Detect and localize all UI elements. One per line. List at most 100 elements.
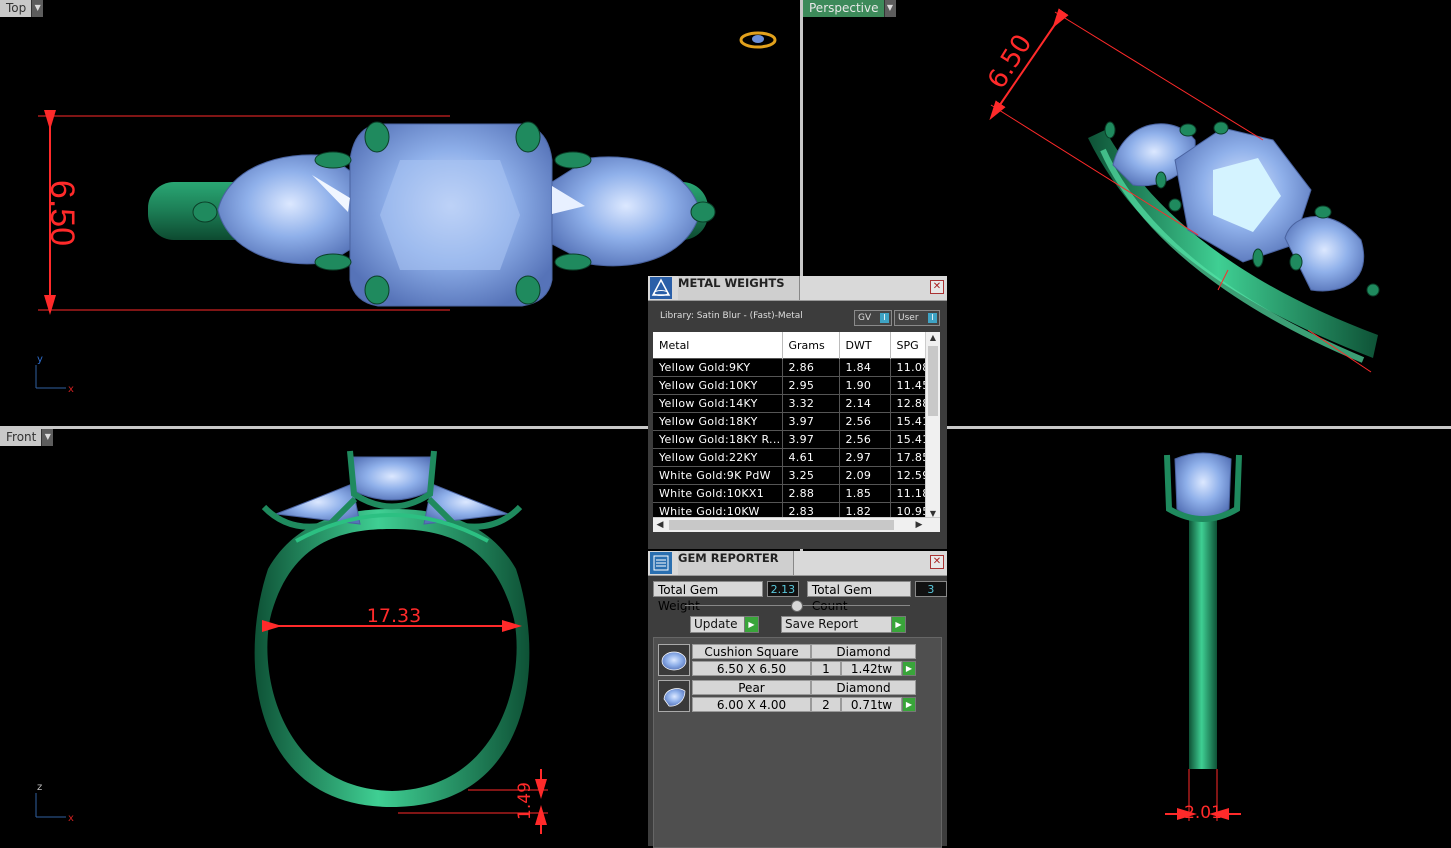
toggle-indicator-icon: I [880,313,889,323]
gem-weight: 1.42tw [841,661,902,676]
scrollbar-thumb[interactable] [669,520,894,530]
dwt-cell: 1.85 [839,484,891,503]
gem-size: 6.50 X 6.50 [692,661,811,676]
metal-weights-panel: METAL WEIGHTS ✕ Library: Satin Blur - (F… [648,276,947,549]
gem-qty: 1 [811,661,841,676]
table-row[interactable]: Yellow Gold:9KY 2.86 1.84 11.08 [653,358,934,377]
gem-detail-arrow-icon[interactable]: ▶ [902,697,916,712]
table-row[interactable]: Yellow Gold:18KY 3.97 2.56 15.41 [653,412,934,431]
gem-totals-row: Total Gem Weight 2.13 Total Gem Count 3 [653,581,947,613]
table-row[interactable]: Yellow Gold:14KY 3.32 2.14 12.88 [653,394,934,413]
table-row[interactable]: Yellow Gold:18KY R... 3.97 2.56 15.41 [653,430,934,449]
gv-toggle[interactable]: GV I [854,310,892,326]
perspective-viewport-tab[interactable]: Perspective ▼ [803,0,896,17]
front-viewport-tab[interactable]: Front ▼ [0,429,54,446]
save-report-button[interactable]: Save Report ▶ [781,616,906,633]
grams-cell: 2.95 [782,376,840,395]
top-dimension-label: 6.50 [43,180,81,246]
metal-cell: White Gold:9K PdW [653,466,783,485]
total-gem-weight-label: Total Gem Weight [653,581,763,613]
grams-cell: 2.88 [782,484,840,503]
metal-weights-table[interactable]: Metal Grams DWT SPG Yellow Gold:9KY 2.86 1… [653,332,940,532]
user-toggle[interactable]: User I [894,310,940,326]
column-header-metal[interactable]: Metal [653,332,783,359]
gem-list: Cushion Square Diamond 6.50 X 6.50 1 1.4… [653,637,942,848]
metal-weights-title: METAL WEIGHTS [678,276,800,300]
close-icon[interactable]: ✕ [930,280,944,294]
dwt-cell: 2.09 [839,466,891,485]
front-axis-gizmo: x z [35,782,74,824]
total-gem-count-value: 3 [914,581,947,597]
update-button[interactable]: Update ▶ [690,616,759,633]
right-width-label: 2.01 [1184,803,1222,823]
gem-size: 6.00 X 4.00 [692,697,811,712]
table-horizontal-scrollbar[interactable]: ◀ ▶ [653,517,940,532]
dwt-cell: 2.97 [839,448,891,467]
scroll-right-icon[interactable]: ▶ [912,518,926,532]
dwt-cell: 2.56 [839,412,891,431]
grams-cell: 3.97 [782,412,840,431]
dwt-cell: 1.90 [839,376,891,395]
gem-shape: Pear [692,680,811,695]
metal-cell: Yellow Gold:14KY [653,394,783,413]
column-header-grams[interactable]: Grams [782,332,840,359]
gem-qty: 2 [811,697,841,712]
svg-text:z: z [37,782,42,793]
metal-cell: Yellow Gold:9KY [653,358,783,377]
svg-text:x: x [68,813,74,824]
viewport-menu-chevron-icon[interactable]: ▼ [31,0,44,17]
play-arrow-icon: ▶ [891,616,906,633]
toggle-indicator-icon: I [928,313,937,323]
metal-weights-icon [650,277,672,299]
gem-row-cushion[interactable]: Cushion Square Diamond 6.50 X 6.50 1 1.4… [658,644,918,676]
viewport-menu-chevron-icon[interactable]: ▼ [41,429,54,446]
table-row[interactable]: Yellow Gold:10KY 2.95 1.90 11.45 [653,376,934,395]
front-inner-diameter-label: 17.33 [367,605,421,627]
svg-text:x: x [68,384,74,395]
close-icon[interactable]: ✕ [930,555,944,569]
grams-cell: 2.86 [782,358,840,377]
table-row[interactable]: White Gold:9K PdW 3.25 2.09 12.59 [653,466,934,485]
gem-reporter-header[interactable]: GEM REPORTER ✕ [648,551,947,576]
metal-cell: Yellow Gold:10KY [653,376,783,395]
front-thickness-label: 1.49 [515,782,535,820]
scroll-left-icon[interactable]: ◀ [653,518,667,532]
cushion-gem-icon [658,644,690,676]
metal-cell: Yellow Gold:18KY R... [653,430,783,449]
ring-logo-icon [739,31,777,49]
dwt-cell: 2.56 [839,430,891,449]
dwt-cell: 1.84 [839,358,891,377]
dwt-cell: 2.14 [839,394,891,413]
panel-splitter-handle[interactable] [791,600,803,612]
grams-cell: 3.97 [782,430,840,449]
gem-material: Diamond [811,644,916,659]
metal-weights-header[interactable]: METAL WEIGHTS ✕ [648,276,947,301]
table-row[interactable]: White Gold:10KX1 2.88 1.85 11.18 [653,484,934,503]
top-viewport-tab[interactable]: Top ▼ [0,0,44,17]
grams-cell: 4.61 [782,448,840,467]
gem-shape: Cushion Square [692,644,811,659]
scrollbar-thumb[interactable] [928,346,938,416]
column-header-dwt[interactable]: DWT [839,332,891,359]
gem-row-pear[interactable]: Pear Diamond 6.00 X 4.00 2 0.71tw ▶ [658,680,918,712]
table-row[interactable]: Yellow Gold:22KY 4.61 2.97 17.85 [653,448,934,467]
grams-cell: 3.32 [782,394,840,413]
scroll-up-icon[interactable]: ▲ [926,332,940,344]
gem-weight: 0.71tw [841,697,902,712]
gem-reporter-panel: GEM REPORTER ✕ Total Gem Weight 2.13 Tot… [648,551,947,848]
metal-cell: Yellow Gold:22KY [653,448,783,467]
viewport-menu-chevron-icon[interactable]: ▼ [883,0,896,17]
metal-library-label: Library: Satin Blur - (Fast)-Metal [660,311,803,321]
total-gem-count-label: Total Gem Count [806,581,911,613]
gem-report-icon [650,552,672,574]
play-arrow-icon: ▶ [744,616,759,633]
gem-detail-arrow-icon[interactable]: ▶ [902,661,916,676]
grams-cell: 3.25 [782,466,840,485]
total-gem-weight-value: 2.13 [766,581,799,597]
metal-cell: White Gold:10KX1 [653,484,783,503]
gem-reporter-title: GEM REPORTER [678,551,794,575]
svg-text:y: y [37,354,43,365]
table-vertical-scrollbar[interactable]: ▲ ▼ [925,332,940,520]
metal-cell: Yellow Gold:18KY [653,412,783,431]
top-axis-gizmo: x y [35,354,74,395]
